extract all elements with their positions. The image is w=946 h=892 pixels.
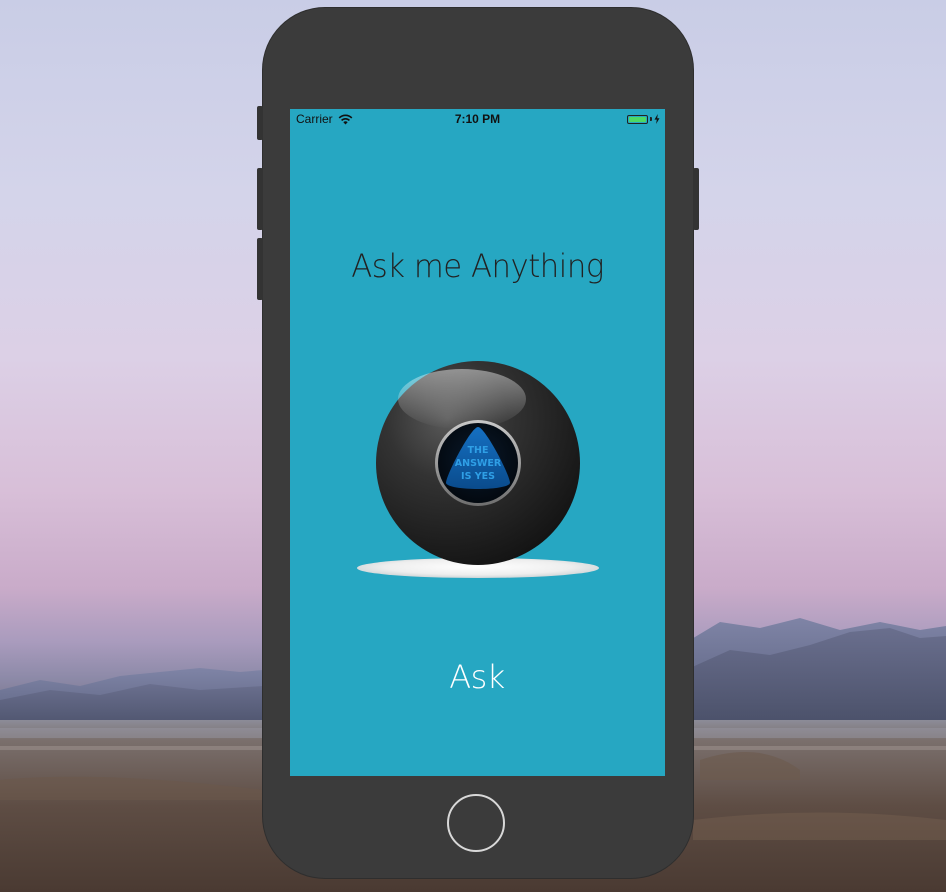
battery-indicator: [627, 114, 660, 124]
ask-button[interactable]: Ask: [427, 654, 527, 700]
answer-line-1: THE: [468, 445, 489, 456]
desktop-wallpaper: Carrier 7:10 PM Ask me Anything THE ANSW…: [0, 0, 946, 892]
power-button: [693, 168, 699, 230]
ball-highlight: [398, 369, 526, 429]
app-title: Ask me Anything: [351, 247, 604, 285]
answer-line-3: IS YES: [461, 471, 495, 482]
lightning-icon: [654, 114, 660, 124]
mute-switch: [257, 106, 263, 140]
home-button[interactable]: [447, 794, 505, 852]
battery-level: [629, 116, 646, 122]
magic-8-ball-image: THE ANSWER IS YES: [357, 361, 599, 578]
battery-icon: [627, 114, 648, 124]
volume-up-button: [257, 168, 263, 230]
app-screen: Carrier 7:10 PM Ask me Anything THE ANSW…: [290, 109, 665, 776]
status-time: 7:10 PM: [454, 112, 501, 126]
battery-tip: [650, 117, 652, 121]
answer-line-2: ANSWER: [455, 458, 502, 469]
phone-frame: Carrier 7:10 PM Ask me Anything THE ANSW…: [257, 8, 699, 878]
volume-down-button: [257, 238, 263, 300]
status-bar: Carrier 7:10 PM: [290, 109, 665, 129]
